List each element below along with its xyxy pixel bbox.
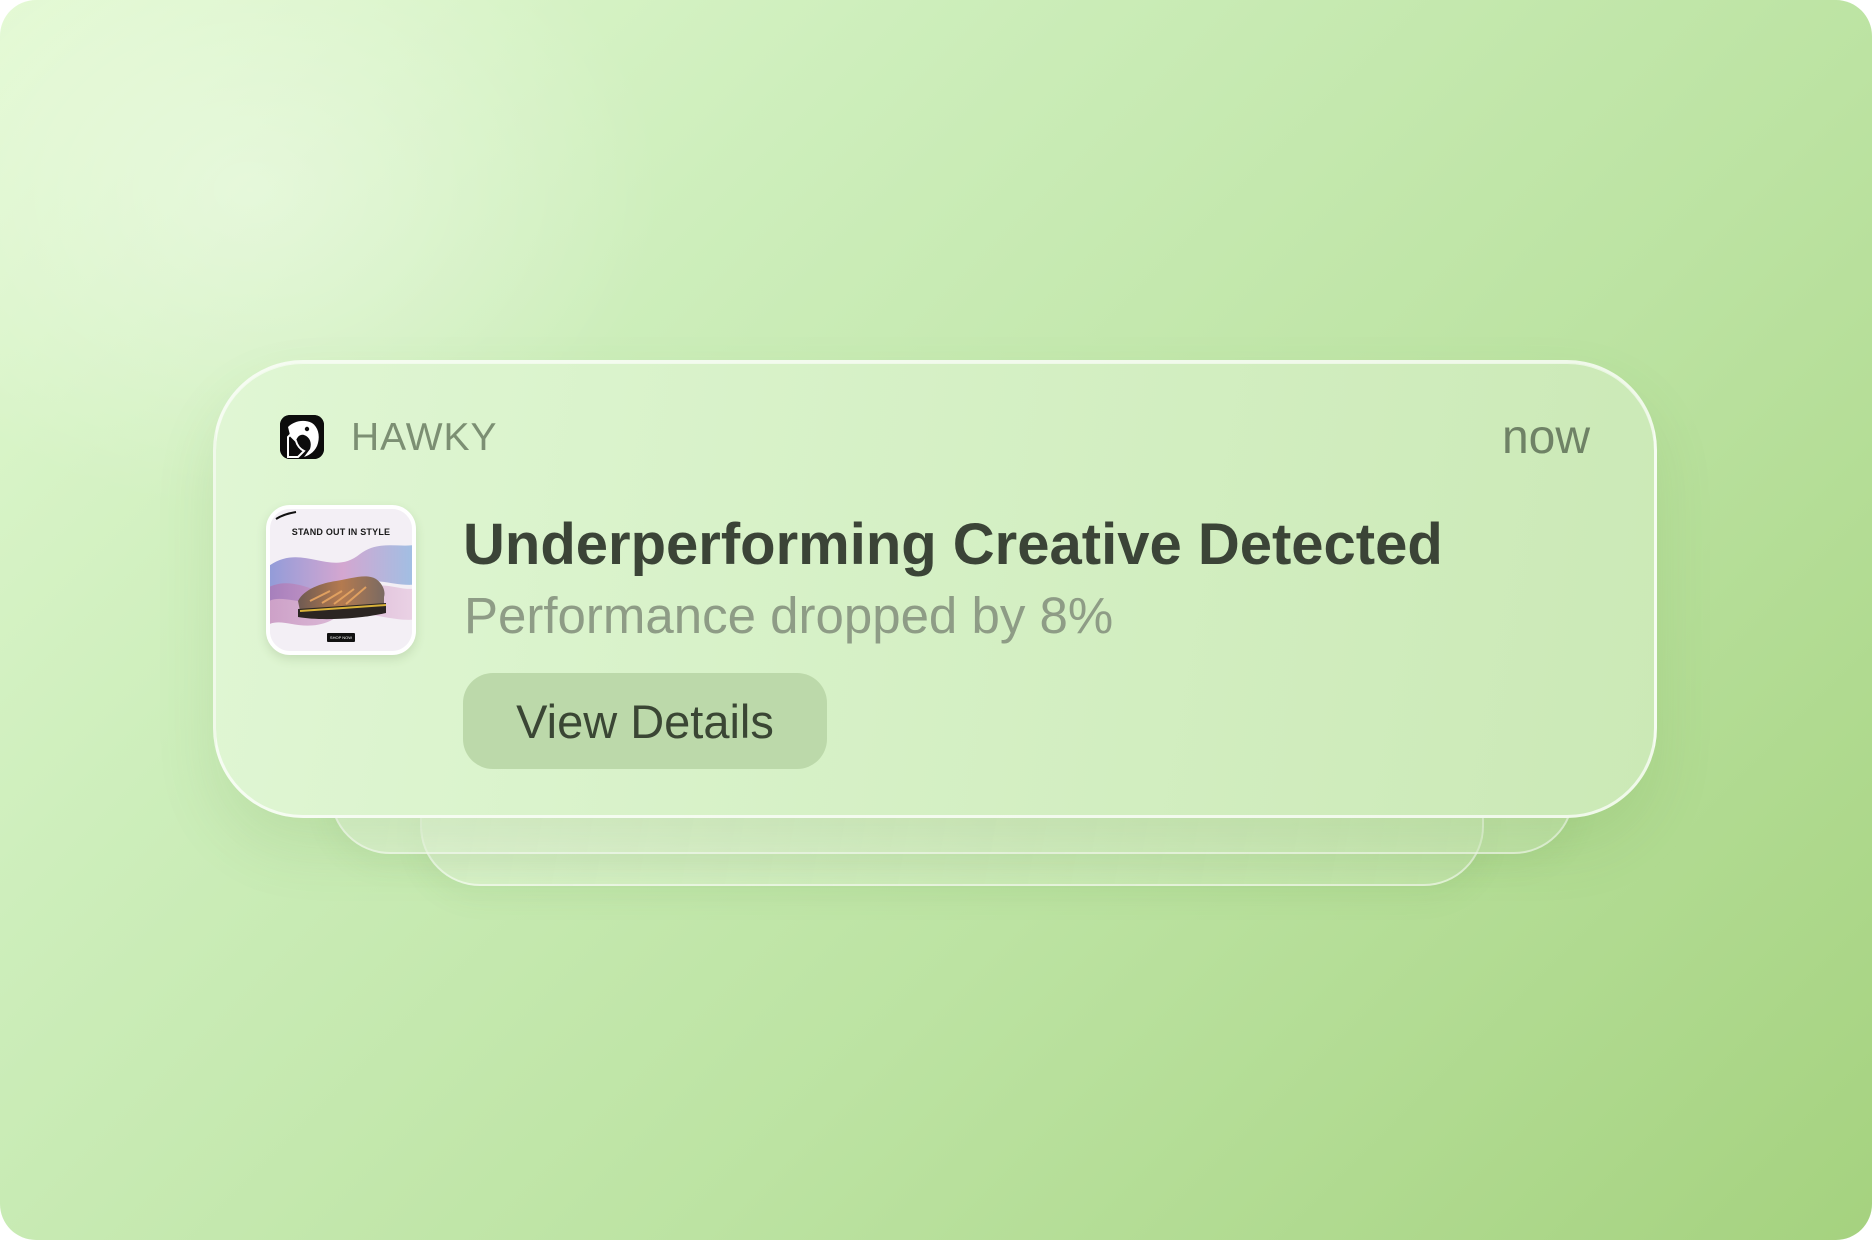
creative-thumbnail[interactable]: STAND OUT IN STYLE SHOP NOW [266, 505, 416, 655]
thumbnail-headline: STAND OUT IN STYLE [291, 527, 391, 537]
thumbnail-cta: SHOP NOW [327, 633, 355, 642]
timestamp: now [1501, 411, 1590, 464]
notification-card[interactable]: HAWKY now STAND OUT IN STYLE SHOP NOW Un… [213, 360, 1657, 818]
notification-subtitle: Performance dropped by 8% [464, 587, 1114, 644]
view-details-button[interactable]: View Details [463, 673, 827, 769]
app-name: HAWKY [351, 416, 498, 459]
eagle-head-icon [280, 415, 324, 459]
notification-title: Underperforming Creative Detected [463, 512, 1443, 577]
hawky-app-icon [280, 415, 324, 459]
